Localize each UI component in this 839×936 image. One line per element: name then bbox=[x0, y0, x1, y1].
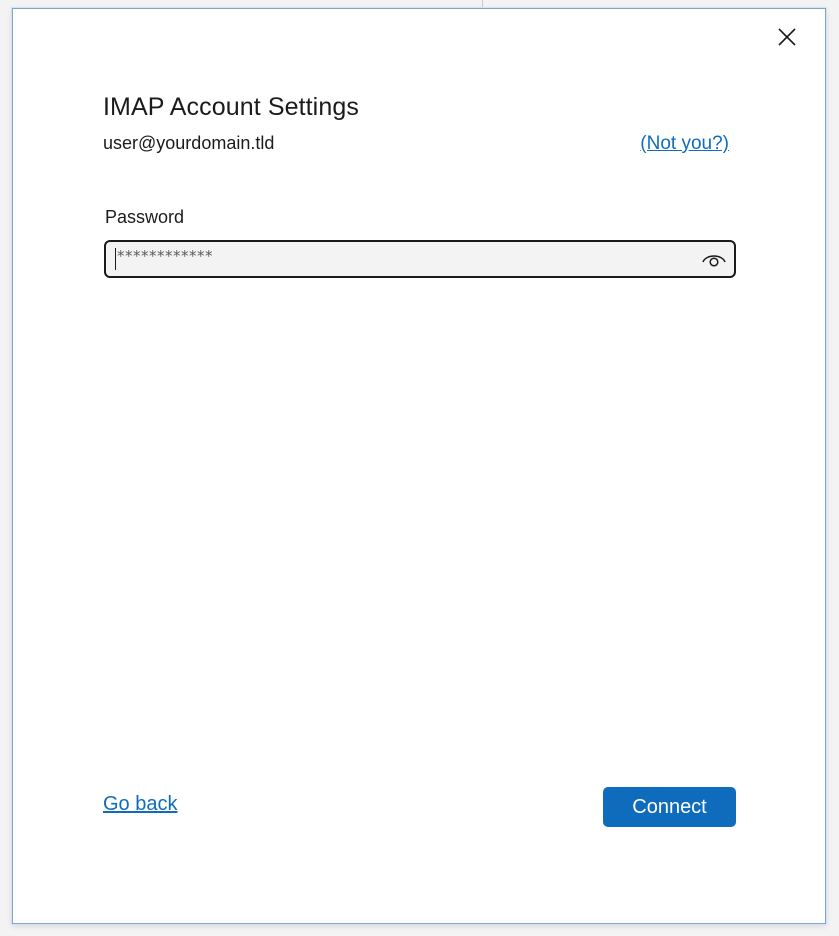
text-caret bbox=[115, 248, 116, 270]
close-button[interactable] bbox=[773, 23, 801, 51]
imap-account-settings-dialog: IMAP Account Settings user@yourdomain.tl… bbox=[12, 8, 826, 924]
background-divider bbox=[482, 0, 483, 8]
not-you-link[interactable]: (Not you?) bbox=[640, 133, 729, 155]
account-email: user@yourdomain.tld bbox=[103, 133, 275, 153]
go-back-link[interactable]: Go back bbox=[103, 793, 177, 816]
close-icon bbox=[778, 28, 796, 46]
page-title: IMAP Account Settings bbox=[103, 93, 359, 121]
password-value: ************ bbox=[117, 247, 213, 265]
password-field[interactable]: ************ bbox=[104, 240, 736, 278]
eye-icon bbox=[702, 255, 726, 267]
reveal-password-button[interactable] bbox=[700, 247, 728, 271]
connect-button[interactable]: Connect bbox=[603, 787, 736, 827]
password-label: Password bbox=[105, 207, 185, 227]
